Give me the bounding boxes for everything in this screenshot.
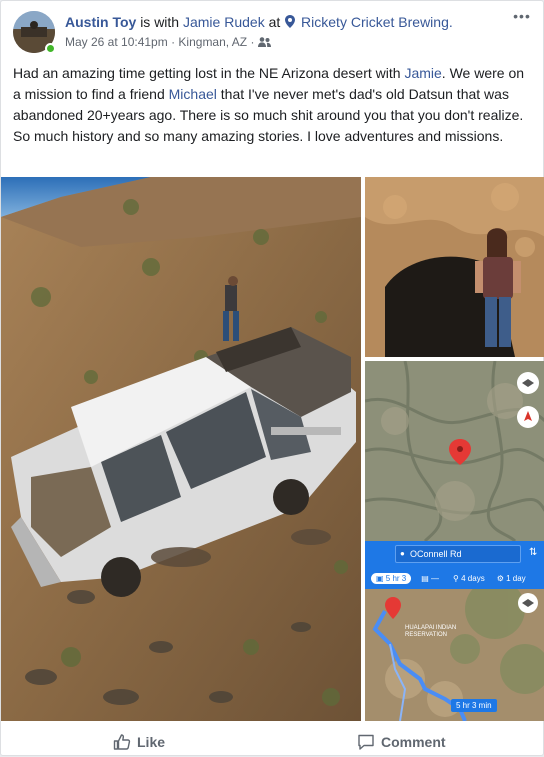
post-card: Austin Toy is with Jamie Rudek at Ricket… — [0, 0, 544, 756]
meta-separator: · — [250, 35, 255, 49]
mode-driving-label: 5 hr 3 — [385, 573, 407, 583]
comment-button[interactable]: Comment — [357, 731, 446, 753]
travel-mode-bar: ▣ 5 hr 3 ▤ — ⚲ 4 days ⚙ 1 day — [365, 569, 544, 587]
friends-icon[interactable] — [257, 37, 271, 47]
at-text: at — [268, 14, 281, 30]
like-label: Like — [137, 734, 166, 750]
post-date-link[interactable]: May 26 at 10:41pm — [65, 35, 168, 49]
post-title-line: Austin Toy is with Jamie Rudek at Ricket… — [65, 13, 453, 31]
mode-cycling-label: 1 day — [506, 573, 526, 583]
reservation-label-line1: HUALAPAI INDIAN — [405, 625, 457, 631]
post-header: Austin Toy is with Jamie Rudek at Ricket… — [13, 9, 533, 55]
comment-icon — [358, 734, 374, 750]
swap-arrows-icon[interactable]: ⇅ — [529, 547, 537, 558]
location-pin-icon — [285, 15, 296, 28]
mention-link-michael[interactable]: Michael — [169, 86, 217, 102]
mode-walking[interactable]: ⚲ 4 days — [453, 574, 485, 583]
more-options-icon[interactable]: ••• — [511, 9, 533, 25]
route-duration-badge[interactable]: 5 hr 3 min — [451, 699, 497, 712]
comment-label: Comment — [381, 734, 446, 750]
reservation-label: HUALAPAI INDIAN RESERVATION — [405, 625, 456, 639]
like-button[interactable]: Like — [113, 731, 165, 753]
post-text-segment: Had an amazing time getting lost in the … — [13, 65, 405, 81]
mention-link-jamie[interactable]: Jamie — [404, 65, 441, 81]
post-body-text: Had an amazing time getting lost in the … — [13, 63, 531, 147]
photo-abandoned-datsun[interactable] — [1, 177, 361, 721]
thumbs-up-icon — [113, 734, 131, 750]
post-meta: May 26 at 10:41pm · Kingman, AZ · — [65, 35, 271, 49]
post-actions: Like Comment — [1, 725, 544, 757]
meta-separator: · — [171, 35, 176, 49]
mode-walking-label: 4 days — [461, 573, 485, 583]
reservation-label-line2: RESERVATION — [405, 632, 448, 638]
location-link[interactable]: Kingman, AZ — [178, 35, 247, 49]
mode-transit[interactable]: ▤ — — [421, 574, 439, 583]
photo-satellite-map[interactable] — [365, 361, 544, 541]
map-search-value: OConnell Rd — [410, 549, 462, 559]
online-status-dot — [45, 43, 56, 54]
photo-directions-map[interactable]: ● OConnell Rd ⇅ ▣ 5 hr 3 ▤ — ⚲ 4 days ⚙ … — [365, 541, 544, 721]
map-search-field[interactable]: ● OConnell Rd — [395, 545, 521, 563]
mode-transit-label: — — [431, 573, 440, 583]
mode-cycling[interactable]: ⚙ 1 day — [497, 574, 526, 583]
origin-dot-icon: ● — [400, 549, 405, 558]
author-link[interactable]: Austin Toy — [65, 14, 136, 30]
tagged-user-link[interactable]: Jamie Rudek — [183, 14, 265, 30]
place-link[interactable]: Rickety Cricket Brewing. — [301, 14, 453, 30]
photo-woman-in-cave[interactable] — [365, 177, 544, 357]
mode-driving[interactable]: ▣ 5 hr 3 — [371, 572, 412, 584]
photo-grid: ● OConnell Rd ⇅ ▣ 5 hr 3 ▤ — ⚲ 4 days ⚙ … — [1, 177, 544, 721]
with-text: is with — [140, 14, 180, 30]
